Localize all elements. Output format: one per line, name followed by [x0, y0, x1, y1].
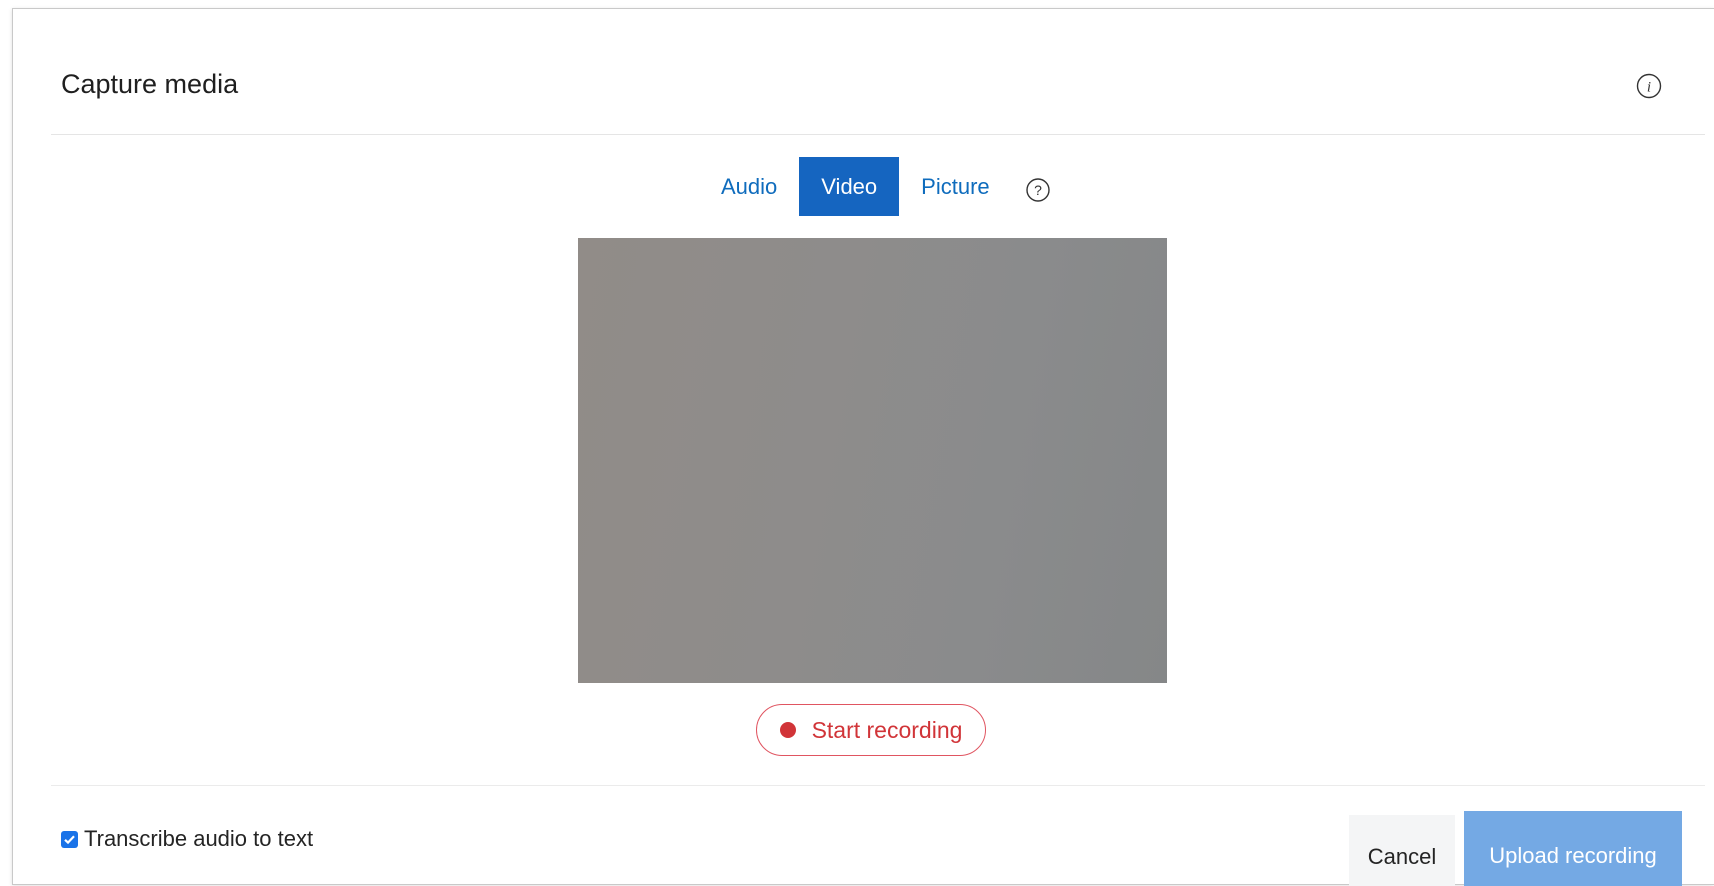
capture-media-dialog: Capture media i Audio Video Picture ? St… [12, 8, 1714, 886]
transcribe-label: Transcribe audio to text [84, 826, 314, 851]
upload-recording-button[interactable]: Upload recording [1464, 811, 1682, 886]
header-divider [51, 134, 1705, 135]
svg-text:i: i [1647, 80, 1651, 96]
transcribe-checkbox[interactable] [61, 830, 78, 848]
media-type-tabs: Audio Video Picture [699, 157, 1012, 216]
dialog-header: Capture media i [13, 9, 1714, 135]
start-recording-label: Start recording [811, 716, 963, 743]
cancel-button[interactable]: Cancel [1349, 815, 1455, 886]
info-icon[interactable]: i [1636, 73, 1662, 99]
video-preview [578, 238, 1167, 683]
start-recording-button[interactable]: Start recording [756, 704, 986, 756]
record-dot-icon [779, 722, 796, 738]
tab-video[interactable]: Video [799, 157, 900, 216]
footer-divider [51, 785, 1705, 786]
checkmark-icon [64, 834, 75, 844]
help-icon[interactable]: ? [1025, 177, 1051, 203]
dialog-title: Capture media [61, 69, 239, 99]
tab-picture[interactable]: Picture [899, 157, 1011, 216]
tab-audio[interactable]: Audio [699, 157, 799, 216]
transcribe-checkbox-row[interactable]: Transcribe audio to text [61, 826, 313, 852]
svg-text:?: ? [1034, 182, 1042, 198]
